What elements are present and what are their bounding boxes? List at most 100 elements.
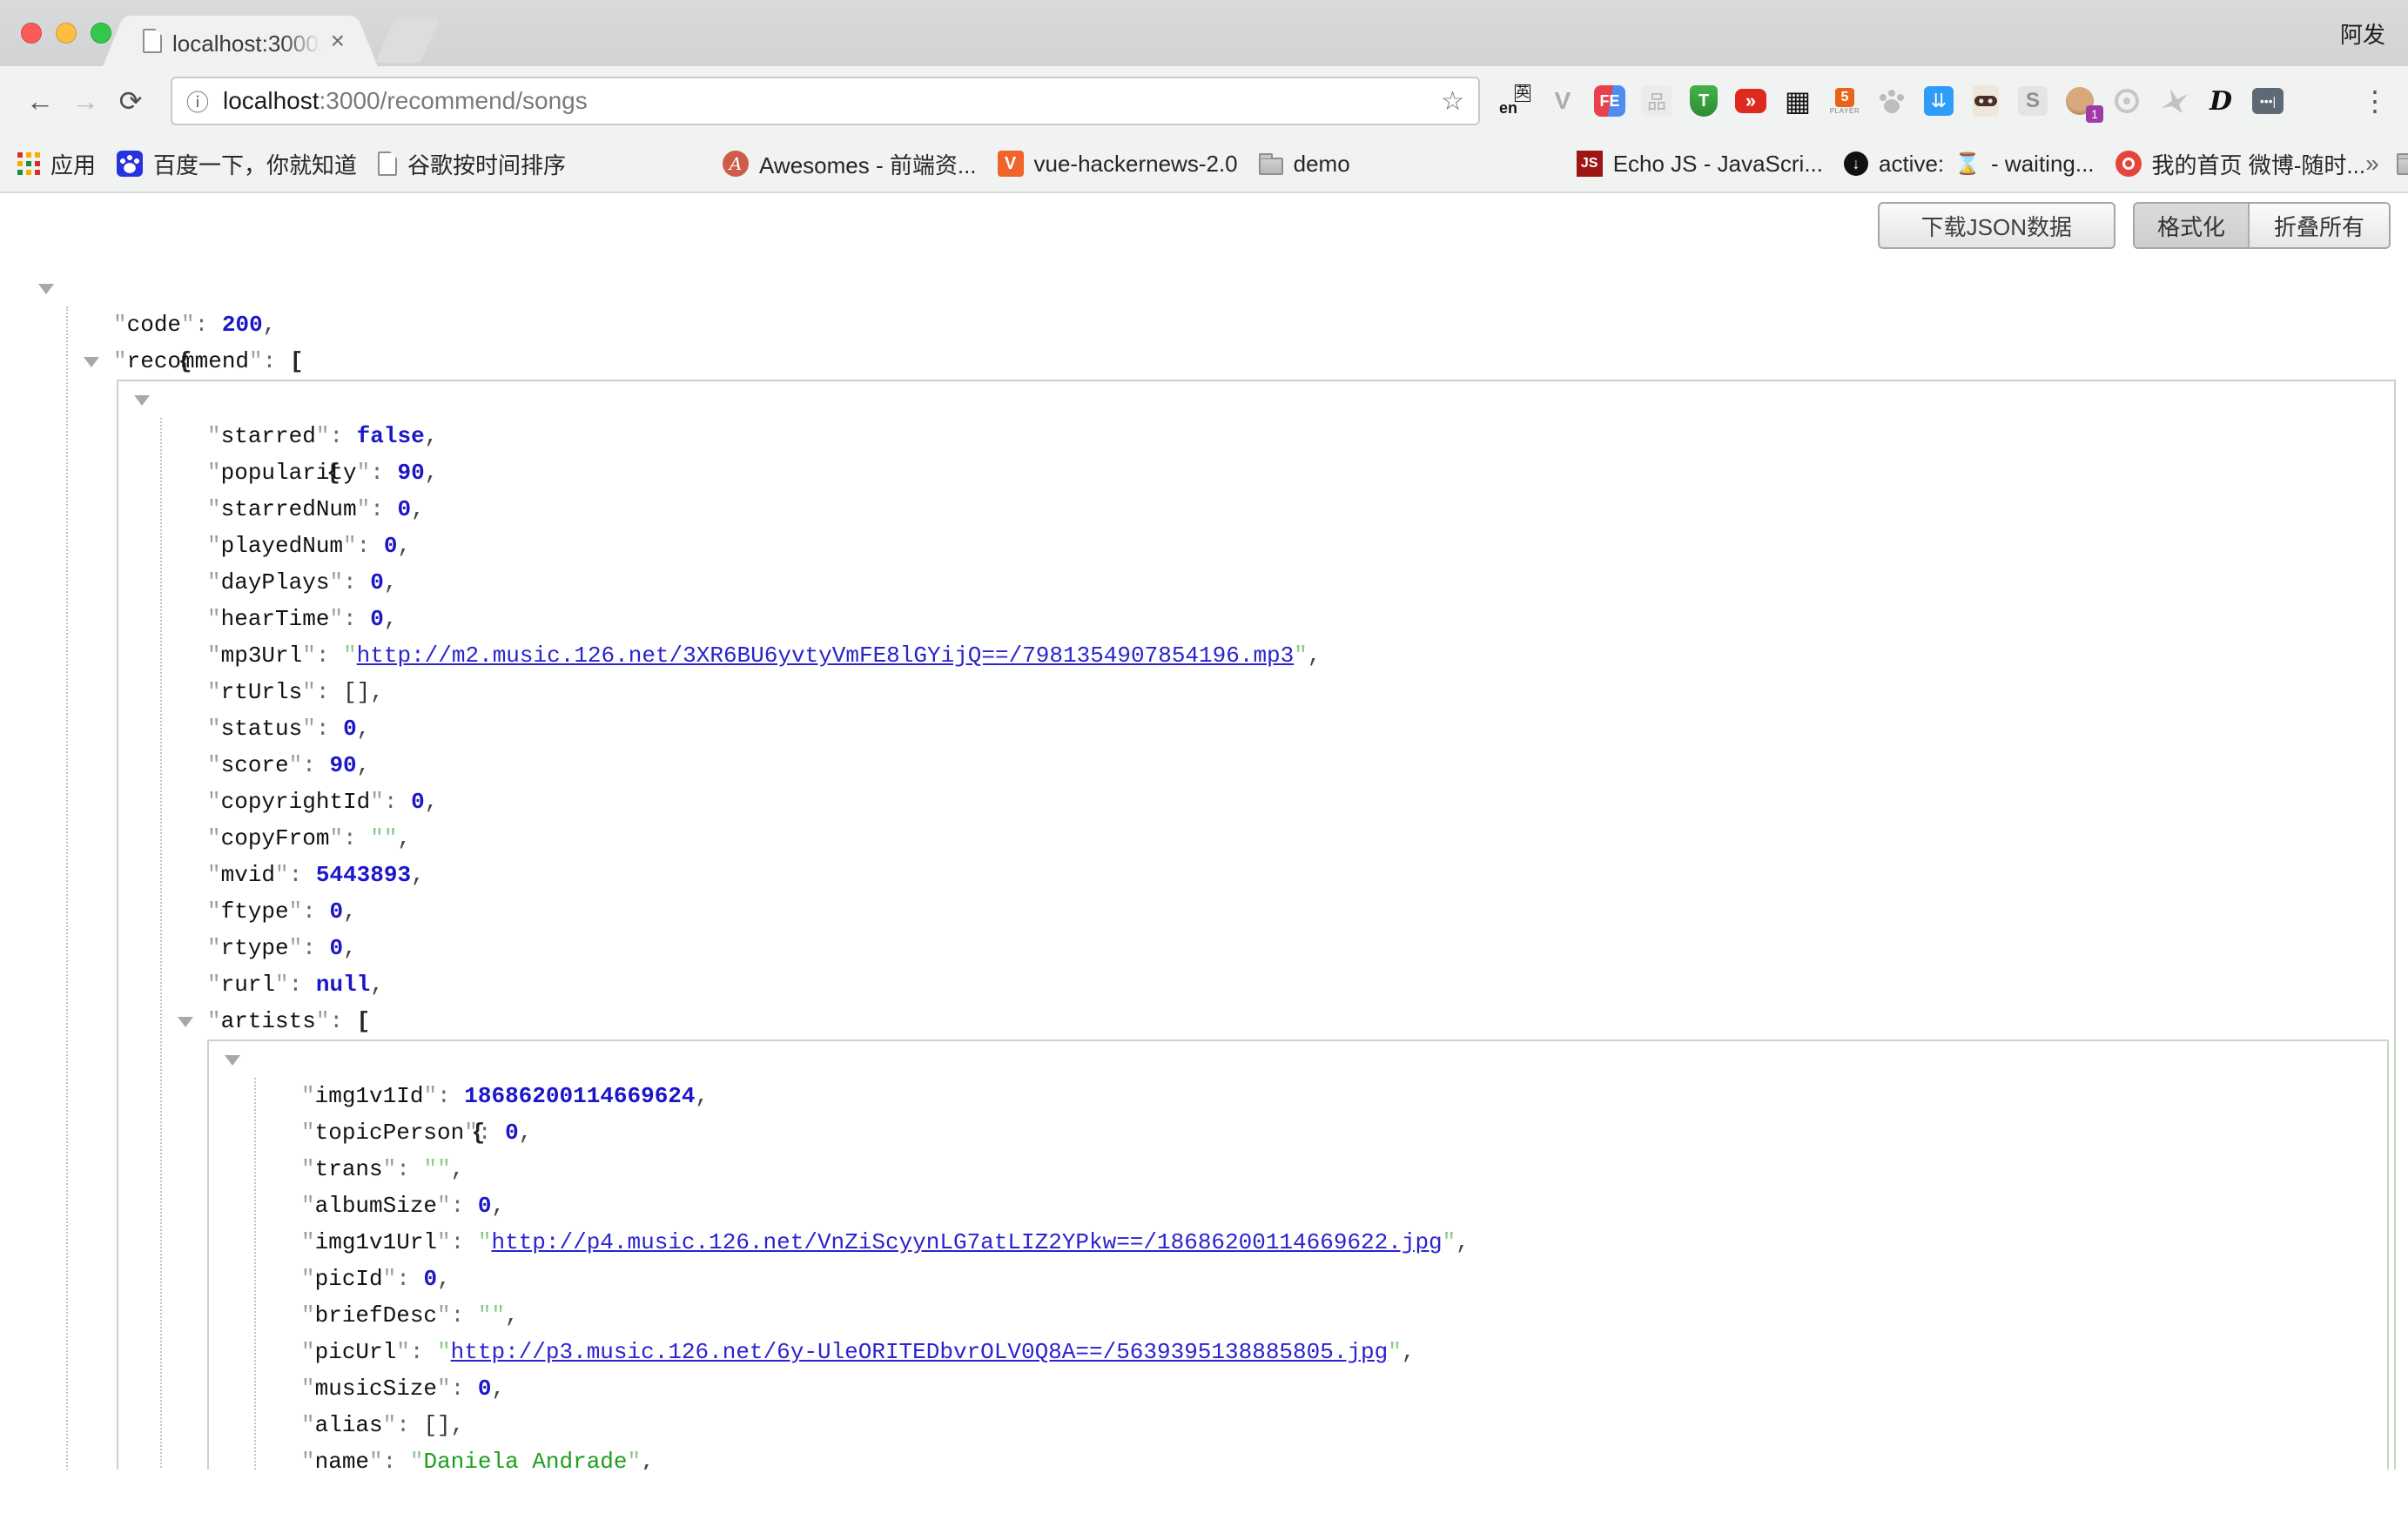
json-object-open-line: { bbox=[209, 1041, 2387, 1078]
site-info-icon[interactable]: ⓘ bbox=[186, 85, 209, 118]
qr-code-extension-icon[interactable]: ▦ bbox=[1781, 84, 1814, 118]
url-path: :3000/recommend/songs bbox=[319, 87, 588, 115]
sitemap-extension-icon[interactable]: 品 bbox=[1640, 84, 1673, 118]
json-line-topicPerson: "topicPerson": 0, bbox=[301, 1114, 2387, 1151]
apps-grid-icon bbox=[17, 152, 40, 175]
bookmarks-right-group: » 其他书签 bbox=[2365, 148, 2408, 180]
format-button[interactable]: 格式化 bbox=[2135, 204, 2250, 247]
array-element-box: { "starred": false,"popularity": 90,"sta… bbox=[117, 380, 2396, 1470]
window-zoom-button[interactable] bbox=[91, 23, 111, 44]
json-value-number: 0 bbox=[411, 789, 425, 815]
json-line-img1v1Id: "img1v1Id": 18686200114669624, bbox=[301, 1078, 2387, 1114]
download-json-button[interactable]: 下载JSON数据 bbox=[1878, 202, 2115, 249]
baidu-paw-icon bbox=[117, 151, 143, 177]
address-bar[interactable]: ⓘ localhost :3000/recommend/songs ☆ bbox=[171, 77, 1480, 125]
collapse-toggle-icon[interactable] bbox=[225, 1055, 240, 1066]
json-line-artists: "artists": [ bbox=[207, 1003, 2389, 1039]
bookmark-label: 我的首页 微博-随时... bbox=[2152, 148, 2366, 180]
json-object-open-line: { bbox=[118, 381, 2394, 418]
browser-window: localhost:3000/recommend/so × 阿发 ← → ⟳ ⓘ… bbox=[0, 0, 2408, 1527]
d-extension-icon[interactable]: D bbox=[2204, 84, 2237, 118]
bookmark-echojs[interactable]: JS Echo JS - JavaScri... bbox=[1577, 151, 1823, 178]
bookmark-google-sort[interactable]: 谷歌按时间排序 bbox=[378, 148, 566, 180]
weibo-gray-extension-icon[interactable] bbox=[2110, 84, 2143, 118]
profile-name[interactable]: 阿发 bbox=[2340, 17, 2385, 50]
tampermonkey-extension-icon[interactable]: 1 bbox=[2063, 84, 2096, 118]
json-value-number: 0 bbox=[329, 935, 343, 961]
json-key: popularity bbox=[221, 460, 357, 486]
json-value-number: 0 bbox=[423, 1266, 437, 1292]
bookmark-star-icon[interactable]: ☆ bbox=[1441, 86, 1464, 117]
collapse-all-button[interactable]: 折叠所有 bbox=[2250, 204, 2389, 247]
json-line-playedNum: "playedNum": 0, bbox=[207, 528, 2389, 564]
bookmark-demo-folder[interactable]: demo bbox=[1259, 151, 1350, 178]
collapse-toggle-icon[interactable] bbox=[84, 357, 99, 367]
json-key: rtUrls bbox=[221, 679, 303, 705]
window-close-button[interactable] bbox=[21, 23, 42, 44]
json-key: status bbox=[221, 716, 303, 742]
json-key: copyFrom bbox=[221, 825, 330, 851]
fe-extension-icon[interactable]: FE bbox=[1593, 84, 1626, 118]
bookmark-awesomes[interactable]: A Awesomes - 前端资... bbox=[723, 148, 976, 180]
json-key: rurl bbox=[221, 972, 275, 998]
json-line-rtUrls: "rtUrls": [], bbox=[207, 674, 2389, 710]
json-line-status: "status": 0, bbox=[207, 710, 2389, 747]
translate-extension-icon[interactable]: 英 en bbox=[1499, 84, 1532, 118]
json-line-starredNum: "starredNum": 0, bbox=[207, 491, 2389, 528]
vue-devtools-icon[interactable]: V bbox=[1546, 84, 1579, 118]
bookmark-vue-hackernews[interactable]: V vue-hackernews-2.0 bbox=[998, 151, 1238, 178]
json-key: hearTime bbox=[221, 606, 330, 632]
s-extension-icon[interactable]: S bbox=[2016, 84, 2049, 118]
bookmark-apps[interactable]: 应用 bbox=[17, 148, 96, 180]
bookmarks-overflow-chevron-icon[interactable]: » bbox=[2365, 150, 2379, 178]
json-url-link[interactable]: http://p3.music.126.net/6y-UleORITEDbvrO… bbox=[451, 1339, 1389, 1365]
json-value-keyword: null bbox=[316, 972, 370, 998]
window-minimize-button[interactable] bbox=[56, 23, 77, 44]
bookmarks-bar: 应用 百度一下，你就知道 谷歌按时间排序 A Awesomes - 前端资...… bbox=[0, 136, 2408, 193]
extension-icons: 英 en V FE 品 T » ▦ 5 PLAYER ⇊ S 1 bbox=[1499, 84, 2284, 118]
json-line-copyrightId: "copyrightId": 0, bbox=[207, 784, 2389, 820]
browser-tab[interactable]: localhost:3000/recommend/so × bbox=[129, 16, 352, 66]
html5-player-extension-icon[interactable]: 5 PLAYER bbox=[1828, 84, 1861, 118]
collapse-toggle-icon[interactable] bbox=[38, 284, 54, 294]
extension-badge: 1 bbox=[2086, 105, 2103, 123]
chrome-menu-icon[interactable]: ⋮ bbox=[2359, 84, 2391, 118]
json-line-briefDesc: "briefDesc": "", bbox=[301, 1297, 2387, 1334]
password-manager-extension-icon[interactable]: •••| bbox=[2251, 84, 2284, 118]
collapse-toggle-icon[interactable] bbox=[178, 1017, 193, 1027]
bookmark-baidu[interactable]: 百度一下，你就知道 bbox=[117, 148, 357, 180]
json-url-link[interactable]: http://p4.music.126.net/VnZiScyynLG7atLI… bbox=[491, 1229, 1442, 1255]
json-key: dayPlays bbox=[221, 569, 330, 595]
json-key: artists bbox=[221, 1008, 316, 1034]
collapse-toggle-icon[interactable] bbox=[134, 395, 150, 406]
forward-icon[interactable]: → bbox=[63, 85, 108, 118]
json-url-link[interactable]: http://m2.music.126.net/3XR6BU6yvtyVmFE8… bbox=[357, 642, 1295, 669]
new-tab-button[interactable] bbox=[375, 19, 440, 63]
paw-extension-icon[interactable] bbox=[1875, 84, 1908, 118]
folder-icon bbox=[2397, 158, 2408, 175]
json-value: [] bbox=[423, 1412, 450, 1438]
json-key: score bbox=[221, 752, 289, 778]
bookmark-label: 百度一下，你就知道 bbox=[153, 148, 357, 180]
mask-document-extension-icon[interactable] bbox=[1969, 84, 2002, 118]
json-value: [] bbox=[343, 679, 370, 705]
url-host: localhost bbox=[223, 87, 319, 115]
json-value-number: 5443893 bbox=[316, 862, 411, 888]
bird-extension-icon[interactable] bbox=[2157, 84, 2190, 118]
bookmark-active-waiting[interactable]: ↓ active: ⌛ - waiting... bbox=[1844, 151, 2095, 178]
download-extension-icon[interactable]: ⇊ bbox=[1922, 84, 1955, 118]
video-speed-extension-icon[interactable]: » bbox=[1734, 84, 1767, 118]
bookmark-label: 谷歌按时间排序 bbox=[407, 148, 566, 180]
shield-extension-icon[interactable]: T bbox=[1687, 84, 1720, 118]
tab-close-icon[interactable]: × bbox=[331, 29, 345, 53]
bookmark-label: Awesomes - 前端资... bbox=[759, 148, 976, 180]
json-value-number: 0 bbox=[505, 1120, 519, 1146]
json-artist-children: "img1v1Id": 18686200114669624,"topicPers… bbox=[254, 1078, 2387, 1470]
bookmark-weibo[interactable]: 我的首页 微博-随时... bbox=[2115, 148, 2366, 180]
json-value-number: 18686200114669624 bbox=[464, 1083, 695, 1109]
other-bookmarks[interactable]: 其他书签 bbox=[2397, 148, 2408, 180]
back-icon[interactable]: ← bbox=[17, 85, 63, 118]
reload-icon[interactable]: ⟳ bbox=[108, 84, 153, 118]
json-rows-level1: "code": 200,"recommend": [ bbox=[113, 306, 2396, 380]
tab-title-fade bbox=[282, 26, 327, 56]
